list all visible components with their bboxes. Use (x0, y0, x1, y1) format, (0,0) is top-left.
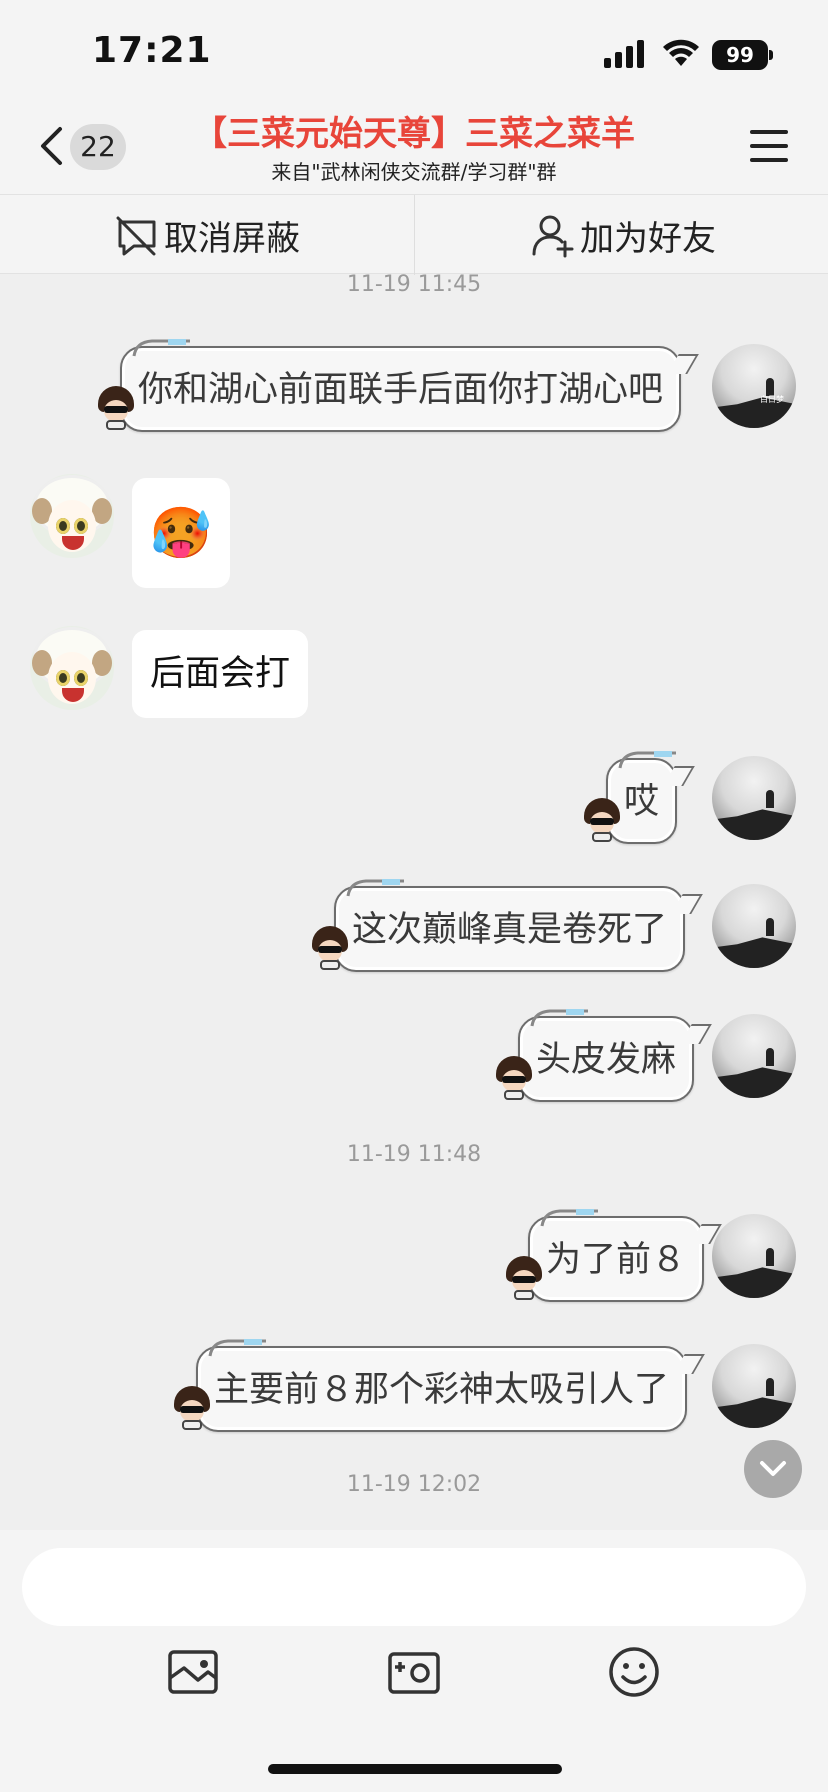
input-area (0, 1530, 828, 1792)
timestamp: 11-19 11:48 (346, 1142, 482, 1167)
message-sticker[interactable]: 🥵 (132, 478, 230, 588)
page-subtitle: 来自"武林闲侠交流群/学习群"群 (271, 160, 557, 184)
battery-icon: 99 (712, 40, 774, 70)
bubble-character-decoration-icon (494, 1056, 534, 1100)
avatar-self[interactable] (712, 756, 796, 840)
page-title: 【三菜元始天尊】三菜之菜羊 (193, 114, 635, 154)
bubble-character-decoration-icon (310, 926, 350, 970)
avatar-self[interactable]: 白日梦 (712, 344, 796, 428)
bubble-character-decoration-icon (582, 798, 622, 842)
message-text: 后面会打 (150, 654, 291, 694)
bubble-frame-decoration-icon (530, 1009, 588, 1027)
message-bubble-sent[interactable]: 你和湖心前面联手后面你打湖心吧 (98, 339, 682, 432)
bubble-frame-decoration-icon (618, 751, 676, 769)
action-divider (414, 195, 415, 275)
emoji-icon[interactable] (604, 1642, 664, 1702)
message-input[interactable] (22, 1548, 806, 1626)
message-bubble-sent[interactable]: 哎 (584, 751, 678, 844)
bubble-frame-decoration-icon (540, 1209, 598, 1227)
bubble-character-decoration-icon (504, 1256, 544, 1300)
scroll-to-bottom-button[interactable] (744, 1440, 802, 1498)
add-friend-label: 加为好友 (580, 218, 716, 259)
avatar-self[interactable] (712, 1344, 796, 1428)
message-text: 你和湖心前面联手后面你打湖心吧 (138, 370, 664, 410)
photo-icon[interactable] (164, 1642, 224, 1702)
unblock-button[interactable]: 取消屏蔽 (114, 195, 300, 275)
status-bar: 17:21 99 (0, 0, 828, 100)
message-bubble-sent[interactable]: 为了前８ (506, 1209, 705, 1302)
message-bubble-sent[interactable]: 主要前８那个彩神太吸引人了 (174, 1339, 688, 1432)
bubble-frame-decoration-icon (132, 339, 190, 357)
message-text: 头皮发麻 (536, 1040, 677, 1080)
message-text: 为了前８ (546, 1240, 687, 1280)
avatar-other[interactable] (30, 474, 114, 558)
message-text: 这次巅峰真是卷死了 (352, 910, 668, 950)
chat-message-list[interactable]: 11-19 11:45 你和湖心前面联手后面你打湖心吧 白日梦 🥵 后面会打 哎… (0, 272, 828, 1530)
bubble-frame-decoration-icon (208, 1339, 266, 1357)
chevron-down-icon (760, 1461, 786, 1476)
message-bubble-sent[interactable]: 这次巅峰真是卷死了 (312, 879, 686, 972)
chevron-left-icon[interactable] (38, 126, 64, 166)
unblock-label: 取消屏蔽 (164, 218, 300, 259)
avatar-other[interactable] (30, 626, 114, 710)
message-text: 哎 (624, 782, 660, 822)
unblock-icon (116, 216, 156, 256)
avatar-self[interactable] (712, 1214, 796, 1298)
bubble-character-decoration-icon (96, 386, 136, 430)
message-bubble-received[interactable]: 后面会打 (132, 630, 309, 718)
avatar-tag: 白日梦 (760, 395, 784, 404)
bubble-character-decoration-icon (172, 1386, 212, 1430)
avatar-self[interactable] (712, 1014, 796, 1098)
wifi-icon (663, 39, 699, 66)
hamburger-menu-icon[interactable] (750, 128, 788, 164)
sticker-emoji: 🥵 (149, 504, 213, 562)
add-user-icon (532, 215, 574, 258)
status-time: 17:21 (92, 30, 212, 71)
timestamp: 11-19 11:45 (346, 272, 482, 297)
avatar-self[interactable] (712, 884, 796, 968)
message-bubble-sent[interactable]: 头皮发麻 (496, 1009, 695, 1102)
message-text: 主要前８那个彩神太吸引人了 (214, 1370, 670, 1410)
home-indicator (268, 1764, 562, 1774)
unread-count-badge[interactable]: 22 (70, 124, 126, 170)
add-friend-button[interactable]: 加为好友 (530, 195, 716, 275)
battery-level: 99 (712, 40, 768, 70)
action-bar: 取消屏蔽 加为好友 (0, 194, 828, 275)
chat-header: 22 【三菜元始天尊】三菜之菜羊 来自"武林闲侠交流群/学习群"群 (0, 100, 828, 194)
camera-icon[interactable] (384, 1642, 444, 1702)
timestamp: 11-19 12:02 (346, 1472, 482, 1497)
signal-icon (604, 40, 644, 68)
bubble-frame-decoration-icon (346, 879, 404, 897)
